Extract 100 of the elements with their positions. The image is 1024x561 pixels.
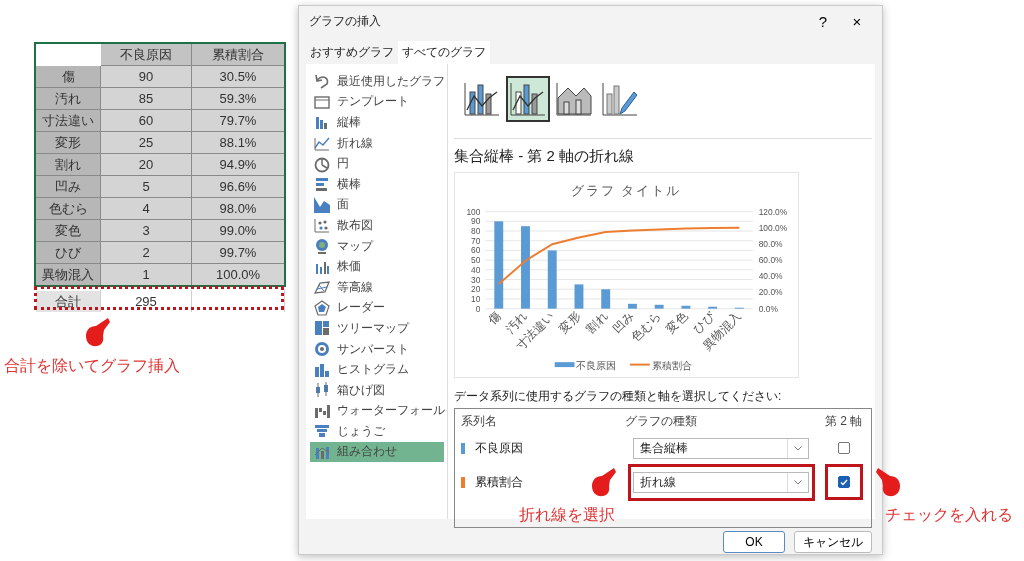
chart-subtype-button[interactable] — [506, 76, 550, 122]
row-header: 変色 — [35, 219, 101, 242]
instruction-text: データ系列に使用するグラフの種類と軸を選択してください: — [454, 388, 783, 405]
chart-type-item[interactable]: マップ — [310, 235, 444, 257]
radar-icon — [313, 298, 331, 317]
annotation-text: チェックを入れる — [885, 505, 1013, 525]
series-name: 累積割合 — [475, 473, 523, 491]
bar — [708, 306, 718, 309]
chart-type-item[interactable]: ツリーマップ — [310, 318, 444, 339]
axis-tick-label: 60 — [471, 245, 481, 256]
chart-type-item[interactable]: 組み合わせ — [310, 441, 444, 463]
chart-type-item[interactable]: ヒストグラム — [310, 359, 444, 380]
bar — [574, 284, 584, 309]
chart-type-item[interactable]: 横棒 — [310, 173, 444, 195]
chart-type-item[interactable]: じょうご — [310, 421, 444, 442]
row-header: 傷 — [35, 65, 101, 88]
column-header: 系列名 — [461, 412, 498, 430]
subtype-title: 集合縦棒 - 第 2 軸の折れ線 — [454, 138, 872, 166]
annotation-text: 合計を除いてグラフ挿入 — [4, 356, 180, 376]
chart-type-item[interactable]: ウォーターフォール — [310, 400, 444, 422]
help-button[interactable]: ? — [806, 12, 840, 30]
chart-type-item[interactable]: 箱ひげ図 — [310, 379, 444, 401]
surface-icon — [313, 278, 331, 297]
axis-tick-label: 80.0% — [758, 238, 783, 249]
chevron-icon — [794, 445, 802, 451]
horizontal-bar-icon — [313, 175, 331, 194]
chart-type-item[interactable]: 散布図 — [310, 215, 444, 236]
close-button[interactable]: × — [840, 12, 874, 30]
row-header: 色むら — [35, 197, 101, 220]
axis-tick-label: 20 — [471, 284, 481, 295]
checkbox[interactable] — [838, 442, 850, 454]
combo-chart-icon — [508, 80, 548, 118]
column-header: 不良原因 — [100, 43, 192, 66]
chart-title: グラフ タイトル — [570, 182, 682, 198]
axis-tick-label: 30 — [471, 274, 481, 285]
sunburst-icon — [313, 340, 331, 358]
axis-tick-label: 0 — [475, 303, 481, 314]
axis-tick-label: 20.0% — [758, 287, 783, 298]
bar — [654, 304, 664, 309]
chart-type-item[interactable]: テンプレート — [310, 91, 444, 113]
row-header: 凹み — [35, 175, 101, 198]
highlight-frame — [825, 464, 863, 500]
legend-label: 累積割合 — [651, 360, 692, 372]
chart-type-item[interactable]: レーダー — [310, 297, 444, 319]
axis-tick-label: 60.0% — [758, 255, 783, 266]
axis-tick-label: 50 — [471, 255, 481, 266]
ok-button[interactable]: OK — [723, 531, 785, 553]
column-header: 第 2 軸 — [825, 412, 864, 430]
series-name: 不良原因 — [475, 439, 523, 457]
chart-type-item[interactable]: 円 — [310, 153, 444, 174]
chart-type-item[interactable]: 折れ線 — [310, 132, 444, 154]
legend-label: 不良原因 — [576, 360, 617, 372]
bar — [601, 289, 611, 309]
column-header: 累積割合 — [191, 43, 285, 66]
globe-icon — [313, 237, 331, 256]
axis-tick-label: 90 — [471, 216, 481, 227]
tab[interactable]: すべてのグラフ — [398, 41, 490, 64]
axis-tick-label: 80 — [471, 226, 481, 236]
cancel-button[interactable]: キャンセル — [794, 531, 872, 553]
chevron-icon — [794, 479, 802, 485]
area-combo-icon — [554, 80, 594, 118]
axis-tick-label: 40 — [471, 264, 481, 275]
annotation-text: 折れ線を選択 — [519, 505, 615, 525]
chart-type-dropdown[interactable]: 折れ線 — [633, 471, 809, 493]
legend-item: 不良原因 — [554, 360, 617, 372]
area-chart-icon — [313, 195, 331, 214]
chart-type-dropdown[interactable]: 集合縦棒 — [633, 437, 809, 459]
chart-type-item[interactable]: サンバースト — [310, 338, 444, 360]
chart-type-item[interactable]: 等高線 — [310, 276, 444, 298]
row-header: 異物混入 — [35, 263, 101, 286]
category-label: 変形 — [556, 308, 584, 336]
chart-pencil-icon — [600, 80, 640, 118]
legend-item: 累積割合 — [629, 360, 692, 372]
axis-tick-label: 120.0% — [758, 206, 788, 217]
chart-type-item[interactable]: 株価 — [310, 256, 444, 277]
row-header: 合計 — [35, 290, 101, 313]
chart-type-item[interactable]: 最近使用したグラフ — [310, 71, 444, 92]
chart-type-item[interactable]: 面 — [310, 194, 444, 216]
bar — [628, 303, 637, 309]
axis-tick-label: 10 — [471, 293, 481, 304]
axis-tick-label: 70 — [471, 235, 481, 246]
table-cell: 295 — [100, 290, 192, 313]
window-title: グラフの挿入 — [309, 12, 382, 30]
category-label: 変色 — [663, 308, 691, 336]
bar — [547, 250, 557, 309]
treemap-icon — [313, 319, 331, 338]
axis-tick-label: 100.0% — [758, 222, 788, 233]
category-label: 傷 — [484, 308, 504, 328]
undo-icon — [313, 72, 331, 91]
chart-type-item[interactable]: 縦棒 — [310, 112, 444, 133]
combo-chart-icon — [462, 80, 502, 118]
bar — [681, 305, 691, 309]
scatter-icon — [313, 216, 331, 235]
axis-tick-label: 40.0% — [758, 271, 783, 282]
column-header: グラフの種類 — [625, 412, 698, 430]
row-header: 汚れ — [35, 87, 101, 110]
tab[interactable]: おすすめグラフ — [306, 41, 398, 64]
category-label: 割れ — [583, 308, 611, 336]
checkbox[interactable] — [838, 476, 850, 488]
row-header: 寸法違い — [35, 109, 101, 132]
